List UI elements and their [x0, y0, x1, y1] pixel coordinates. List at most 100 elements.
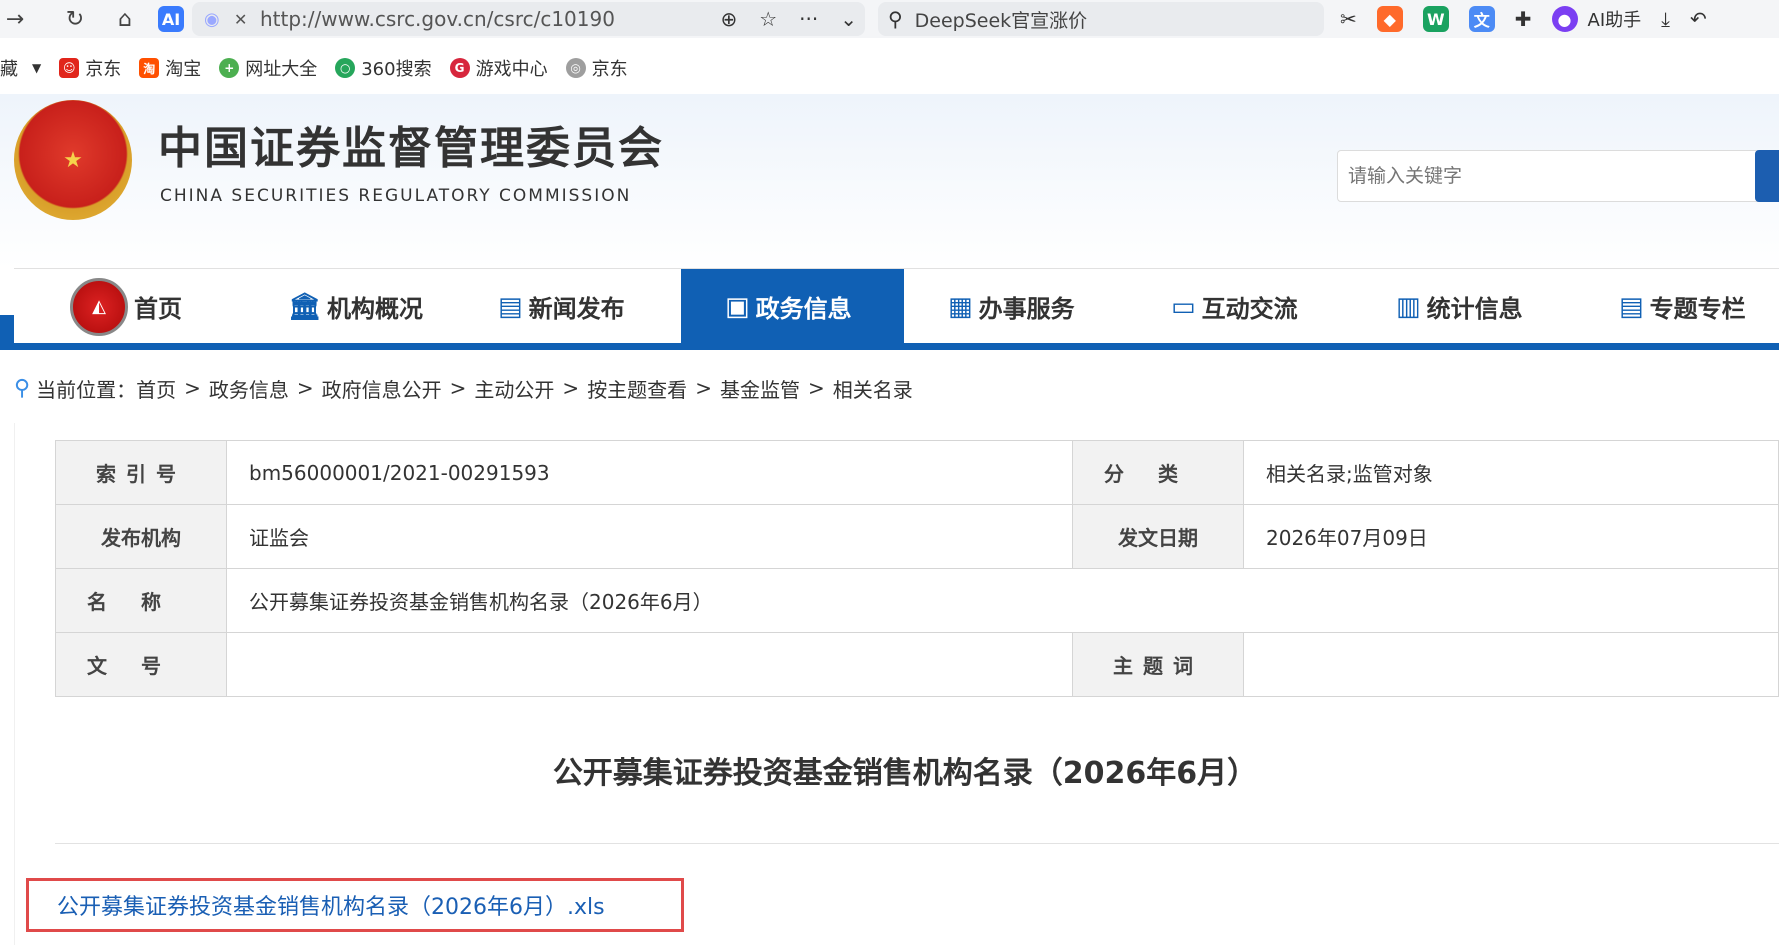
table-row: 文号 主题词 — [55, 632, 1779, 697]
nav-news[interactable]: ▤ 新闻发布 — [458, 269, 681, 344]
word-icon[interactable]: W — [1422, 6, 1449, 32]
nav-interaction[interactable]: ▭ 互动交流 — [1127, 269, 1350, 344]
ai-assistant-label[interactable]: AI助手 — [1588, 6, 1642, 32]
site-search-button[interactable] — [1755, 150, 1779, 202]
bookmark-taobao[interactable]: 淘 淘宝 — [139, 55, 201, 81]
game-center-icon: G — [449, 58, 470, 78]
translate-icon[interactable]: 文 — [1468, 6, 1495, 32]
publisher-value: 证监会 — [226, 504, 1073, 569]
more-icon[interactable]: ··· — [799, 7, 818, 31]
date-value: 2026年07月09日 — [1243, 504, 1779, 569]
attachment-link[interactable]: 公开募集证券投资基金销售机构名录（2026年6月）.xls — [26, 878, 684, 932]
breadcrumb-item[interactable]: 相关名录 — [833, 374, 913, 403]
name-value: 公开募集证券投资基金销售机构名录（2026年6月） — [226, 568, 1779, 633]
nav-topics[interactable]: ▤ 专题专栏 — [1573, 269, 1779, 344]
keywords-label: 主题词 — [1072, 632, 1244, 697]
chevron-down-icon[interactable]: ⌄ — [840, 7, 857, 31]
breadcrumb-item[interactable]: 政府信息公开 — [322, 374, 442, 403]
globe-icon: ◎ — [565, 58, 586, 78]
date-label: 发文日期 — [1072, 504, 1244, 569]
main-nav: ◭ 首页 🏛 机构概况 ▤ 新闻发布 ▣ 政务信息 ▦ 办事服务 ▭ 互动交流 … — [14, 268, 1779, 350]
breadcrumb-item[interactable]: 首页 — [136, 374, 176, 403]
document-title: 公开募集证券投资基金销售机构名录（2026年6月） — [552, 756, 1258, 791]
site-search-input[interactable] — [1337, 150, 1779, 202]
divider — [55, 843, 1779, 844]
reload-icon[interactable]: ↻ — [60, 4, 90, 34]
game-icon[interactable]: ◆ — [1376, 6, 1403, 32]
breadcrumb-separator: > — [449, 376, 467, 400]
index-value: bm56000001/2021-00291593 — [226, 440, 1073, 505]
docno-value — [226, 632, 1073, 697]
taobao-icon: 淘 — [139, 58, 160, 78]
monitor-icon: ▣ — [725, 291, 750, 322]
bookmark-url-directory[interactable]: + 网址大全 — [219, 55, 317, 81]
download-app-icon[interactable]: ⊕ — [720, 7, 737, 31]
nav-about[interactable]: 🏛 机构概况 — [236, 269, 458, 344]
site-title: 中国证券监督管理委员会 — [158, 123, 664, 174]
directory-icon: + — [219, 58, 240, 78]
bookmarks-bar: 藏 ▼ ☺ 京东 淘 淘宝 + 网址大全 ○ 360搜索 G 游戏中心 ◎ 京东 — [0, 50, 646, 86]
caret-down-icon[interactable]: ▼ — [32, 61, 41, 75]
breadcrumb-separator: > — [296, 376, 314, 400]
breadcrumb-separator: > — [807, 376, 825, 400]
attachment-link-text[interactable]: 公开募集证券投资基金销售机构名录（2026年6月）.xls — [57, 889, 605, 921]
address-bar[interactable]: ◉ ✕ http://www.csrc.gov.cn/csrc/c10190 ⊕… — [192, 2, 865, 36]
bookmark-360-search[interactable]: ○ 360搜索 — [335, 55, 432, 81]
nav-government-info[interactable]: ▣ 政务信息 — [681, 269, 904, 344]
browser-search-box[interactable]: ⚲ DeepSeek官宣涨价 — [878, 2, 1324, 36]
browser-search-text[interactable]: DeepSeek官宣涨价 — [915, 6, 1088, 33]
home-icon[interactable]: ⌂ — [110, 4, 140, 34]
ai-assistant-icon[interactable]: ● — [1551, 6, 1578, 32]
insecure-icon[interactable]: ✕ — [234, 10, 247, 29]
institution-icon: 🏛 — [288, 291, 322, 322]
undo-icon[interactable]: ↶ — [1690, 7, 1707, 31]
browser-toolbar: → ↻ ⌂ AI ◉ ✕ http://www.csrc.gov.cn/csrc… — [0, 0, 1779, 38]
breadcrumb-item[interactable]: 主动公开 — [474, 374, 554, 403]
nav-services[interactable]: ▦ 办事服务 — [904, 269, 1127, 344]
nav-statistics[interactable]: ▥ 统计信息 — [1350, 269, 1573, 344]
national-emblem-icon: ★ — [14, 100, 132, 220]
bookmark-jd[interactable]: ☺ 京东 — [59, 55, 121, 81]
site-info-icon[interactable]: ◉ — [204, 9, 220, 30]
breadcrumb-item[interactable]: 按主题查看 — [587, 374, 687, 403]
docno-label: 文号 — [55, 632, 227, 697]
table-row: 发布机构 证监会 发文日期 2026年07月09日 — [55, 504, 1779, 569]
breadcrumb-item[interactable]: 基金监管 — [720, 374, 800, 403]
360-icon: ○ — [335, 58, 356, 78]
name-label: 名称 — [55, 568, 227, 633]
document-meta-table: 索引号 bm56000001/2021-00291593 分类 相关名录;监管对… — [55, 440, 1779, 697]
newspaper-icon: ▤ — [498, 291, 523, 322]
list-icon: ▤ — [1619, 291, 1644, 322]
star-icon[interactable]: ☆ — [759, 7, 777, 31]
bookmark-favorites[interactable]: 藏 ▼ — [0, 55, 41, 81]
location-pin-icon: ⚲ — [14, 375, 31, 401]
ai-extension-icon[interactable]: AI — [158, 6, 184, 32]
publisher-label: 发布机构 — [55, 504, 227, 569]
bar-chart-icon: ▥ — [1396, 291, 1421, 322]
breadcrumb-item[interactable]: 政务信息 — [209, 374, 289, 403]
puzzle-icon[interactable]: ✚ — [1515, 7, 1532, 31]
bookmark-game-center[interactable]: G 游戏中心 — [449, 55, 548, 81]
breadcrumb-prefix: 当前位置： — [36, 377, 137, 402]
csrc-logo-icon: ◭ — [70, 277, 128, 336]
search-icon: ⚲ — [888, 7, 903, 31]
scissors-icon[interactable]: ✂ — [1340, 7, 1357, 31]
index-label: 索引号 — [55, 440, 227, 505]
table-row: 索引号 bm56000001/2021-00291593 分类 相关名录;监管对… — [55, 440, 1779, 505]
document-icon: ▦ — [948, 291, 973, 322]
bookmark-jd-2[interactable]: ◎ 京东 — [565, 55, 628, 81]
category-value: 相关名录;监管对象 — [1243, 440, 1779, 505]
nav-left-edge — [0, 315, 14, 350]
breadcrumb-separator: > — [562, 376, 580, 400]
forward-icon[interactable]: → — [0, 4, 30, 34]
chat-icon: ▭ — [1171, 291, 1196, 322]
site-subtitle: CHINA SECURITIES REGULATORY COMMISSION — [160, 186, 632, 206]
download-icon[interactable]: ⤓ — [1661, 7, 1670, 31]
breadcrumb-separator: > — [695, 376, 712, 400]
nav-home[interactable]: ◭ 首页 — [14, 269, 236, 344]
breadcrumb-separator: > — [184, 376, 201, 400]
site-header: ★ 中国证券监督管理委员会 CHINA SECURITIES REGULATOR… — [0, 94, 1779, 268]
breadcrumb: ⚲ 当前位置： 首页 > 政务信息 > 政府信息公开 > 主动公开 > 按主题查… — [14, 370, 913, 406]
category-label: 分类 — [1072, 440, 1244, 505]
url-text[interactable]: http://www.csrc.gov.cn/csrc/c10190 — [260, 7, 650, 31]
